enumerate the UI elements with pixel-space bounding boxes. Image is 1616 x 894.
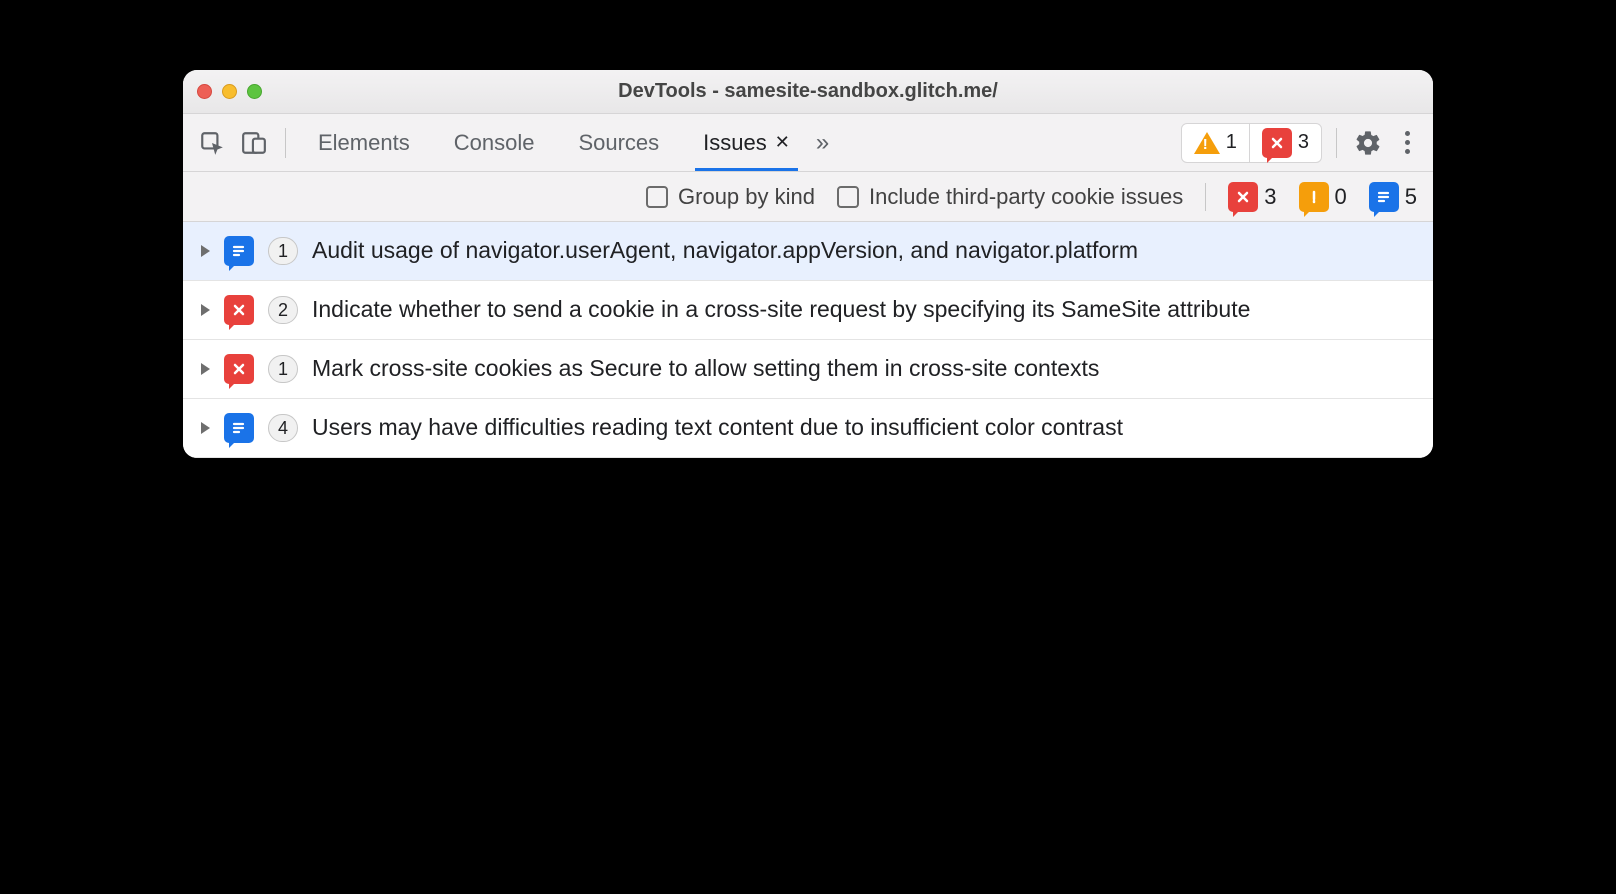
tab-label: Issues [703,130,767,156]
more-tabs-icon[interactable]: » [816,129,829,157]
warning-icon [1194,132,1220,154]
error-icon [1228,182,1258,212]
count-value: 5 [1405,184,1417,210]
error-icon [224,354,254,384]
error-icon [1262,128,1292,158]
issue-row[interactable]: 2 Indicate whether to send a cookie in a… [183,281,1433,340]
checkbox-icon [646,186,668,208]
tabbar: Elements Console Sources Issues ✕ » 1 3 [183,114,1433,172]
info-icon [1369,182,1399,212]
info-icon [224,413,254,443]
expand-icon[interactable] [201,363,210,375]
issue-count-badge: 2 [268,296,298,324]
issue-title: Audit usage of navigator.userAgent, navi… [312,236,1415,265]
tab-console[interactable]: Console [436,114,553,171]
tab-label: Elements [318,130,410,156]
close-tab-icon[interactable]: ✕ [775,132,790,153]
more-options-icon[interactable] [1393,131,1421,154]
count-value: 3 [1264,184,1276,210]
issue-count-badge: 1 [268,355,298,383]
issue-row[interactable]: 1 Audit usage of navigator.userAgent, na… [183,222,1433,281]
issues-list: 1 Audit usage of navigator.userAgent, na… [183,222,1433,458]
error-count: 3 [1298,131,1309,154]
tab-elements[interactable]: Elements [300,114,428,171]
checkbox-label: Group by kind [678,184,815,210]
issues-filter-bar: Group by kind Include third-party cookie… [183,172,1433,222]
tab-label: Console [454,130,535,156]
count-value: 0 [1335,184,1347,210]
divider [1205,183,1206,211]
device-toolbar-icon[interactable] [237,126,271,160]
group-by-kind-checkbox[interactable]: Group by kind [646,184,815,210]
tab-label: Sources [578,130,659,156]
checkbox-icon [837,186,859,208]
issue-count-badge: 1 [268,237,298,265]
warning-count-pill[interactable]: 1 [1181,123,1250,163]
warning-count: 1 [1226,131,1237,154]
expand-icon[interactable] [201,422,210,434]
issue-row[interactable]: 4 Users may have difficulties reading te… [183,399,1433,458]
issue-title: Users may have difficulties reading text… [312,413,1415,442]
issue-title: Indicate whether to send a cookie in a c… [312,295,1415,324]
issue-count-pills: 1 3 [1181,123,1322,163]
minimize-window-button[interactable] [222,84,237,99]
fullscreen-window-button[interactable] [247,84,262,99]
expand-icon[interactable] [201,304,210,316]
error-count-pill[interactable]: 3 [1250,123,1322,163]
error-icon [224,295,254,325]
devtools-window: DevTools - samesite-sandbox.glitch.me/ E… [183,70,1433,458]
divider [285,128,286,158]
filter-warning-count[interactable]: 0 [1299,182,1347,212]
issue-count-badge: 4 [268,414,298,442]
tab-issues[interactable]: Issues ✕ [685,114,808,171]
expand-icon[interactable] [201,245,210,257]
close-window-button[interactable] [197,84,212,99]
warning-icon [1299,182,1329,212]
issue-title: Mark cross-site cookies as Secure to all… [312,354,1415,383]
inspect-element-icon[interactable] [195,126,229,160]
filter-info-count[interactable]: 5 [1369,182,1417,212]
include-third-party-checkbox[interactable]: Include third-party cookie issues [837,184,1183,210]
settings-icon[interactable] [1351,126,1385,160]
info-icon [224,236,254,266]
filter-error-count[interactable]: 3 [1228,182,1276,212]
divider [1336,128,1337,158]
checkbox-label: Include third-party cookie issues [869,184,1183,210]
issue-row[interactable]: 1 Mark cross-site cookies as Secure to a… [183,340,1433,399]
traffic-lights [197,84,262,99]
window-title: DevTools - samesite-sandbox.glitch.me/ [183,80,1433,103]
tab-sources[interactable]: Sources [560,114,677,171]
titlebar: DevTools - samesite-sandbox.glitch.me/ [183,70,1433,114]
